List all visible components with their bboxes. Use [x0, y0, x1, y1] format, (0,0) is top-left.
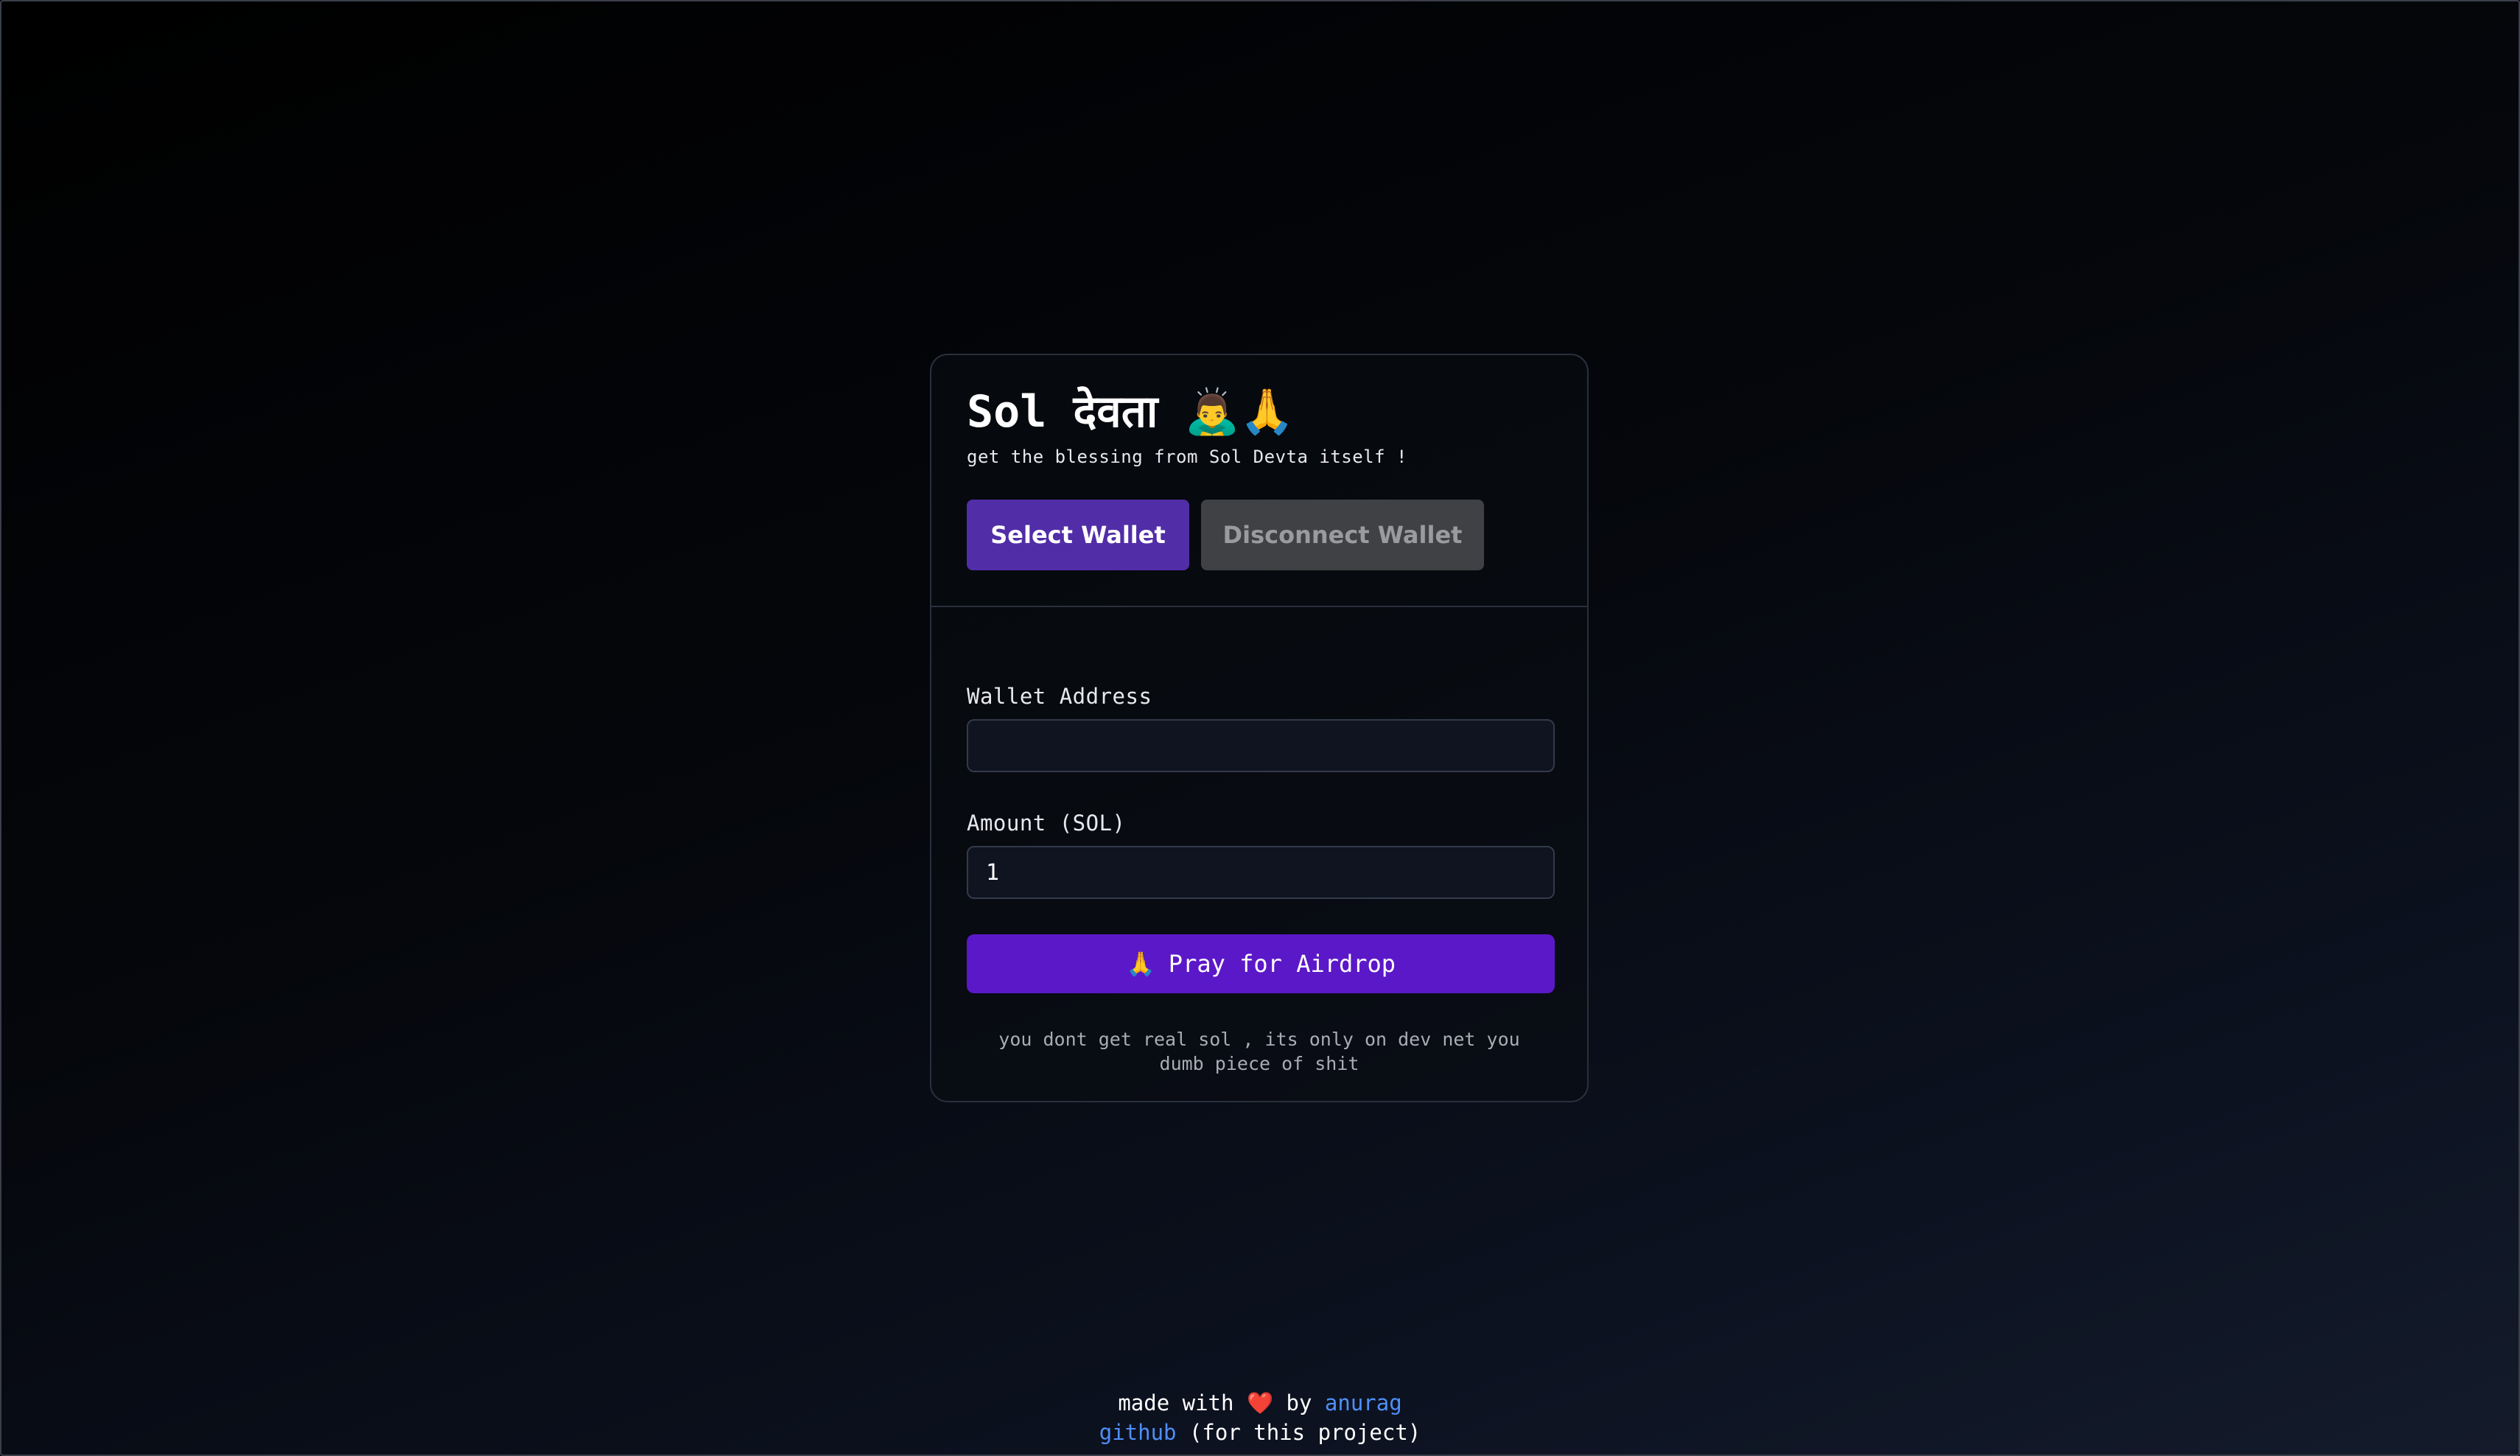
wallet-address-label: Wallet Address — [967, 684, 1152, 709]
page-subtitle: get the blessing from Sol Devta itself ! — [967, 447, 1407, 467]
author-link[interactable]: anurag — [1325, 1390, 1402, 1415]
footer-project-note: (for this project) — [1189, 1420, 1421, 1445]
amount-input[interactable] — [967, 846, 1555, 899]
wallet-button-group: Select Wallet Disconnect Wallet — [967, 500, 1552, 570]
disconnect-wallet-button[interactable]: Disconnect Wallet — [1201, 500, 1484, 570]
footer-by: by — [1286, 1390, 1312, 1415]
select-wallet-button[interactable]: Select Wallet — [967, 500, 1189, 570]
wallet-address-input[interactable] — [967, 719, 1555, 772]
wallet-address-group: Wallet Address — [967, 684, 1555, 772]
github-link[interactable]: github — [1099, 1420, 1177, 1445]
card-header: Sol देवता 🙇‍♂️🙏 get the blessing from So… — [931, 355, 1587, 607]
page-title: Sol देवता 🙇‍♂️🙏 — [967, 386, 1295, 438]
footer-github-line: github (for this project) — [0, 1418, 2520, 1447]
footer-made-with: made with — [1118, 1390, 1234, 1415]
airdrop-card: Sol देवता 🙇‍♂️🙏 get the blessing from So… — [930, 354, 1589, 1102]
footer: made with ❤️ by anurag github (for this … — [0, 1388, 2520, 1447]
amount-label: Amount (SOL) — [967, 811, 1126, 836]
pray-icon: 🙏 — [1125, 950, 1155, 978]
amount-group: Amount (SOL) — [967, 811, 1555, 899]
heart-icon: ❤️ — [1246, 1390, 1274, 1415]
footer-credit-line: made with ❤️ by anurag — [0, 1388, 2520, 1418]
pray-button-label: Pray for Airdrop — [1168, 950, 1396, 978]
disclaimer-text: you dont get real sol , its only on dev … — [998, 1029, 1520, 1074]
pray-for-airdrop-button[interactable]: 🙏 Pray for Airdrop — [967, 934, 1555, 993]
airdrop-form: Wallet Address Amount (SOL) 🙏 Pray for A… — [931, 607, 1587, 1076]
